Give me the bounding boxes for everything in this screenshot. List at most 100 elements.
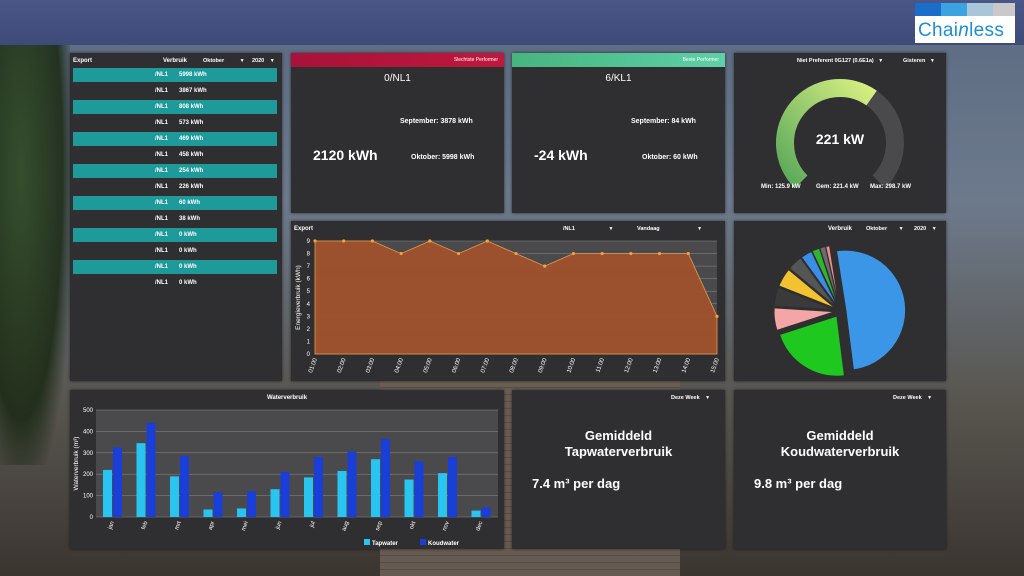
worst-performer-value: 2120 kWh — [313, 147, 378, 163]
brand-logo[interactable]: Chainless — [915, 3, 1015, 43]
bar-tapwater — [438, 473, 447, 517]
x-tick-label: 14:00 — [681, 357, 692, 374]
pie-chart-panel: Verbruik Oktober ▼ 2020 ▼ — [734, 221, 946, 381]
energy-area-chart: 012345678901:0002:0003:0004:0005:0006:00… — [291, 221, 725, 381]
y-axis-label: Energieverbruik (kWh) — [295, 265, 302, 330]
y-tick-label: 200 — [83, 472, 94, 478]
export-list-row[interactable]: /NL1808 kWh — [73, 100, 277, 114]
bar-koudwater — [314, 457, 323, 517]
x-tick-label: 13:00 — [653, 357, 664, 374]
export-list-row[interactable]: /NL1226 kWh — [73, 180, 277, 194]
y-tick-label: 4 — [307, 302, 311, 308]
legend-label: Tapwater — [372, 541, 399, 547]
row-value: 458 kWh — [179, 152, 203, 158]
bar-tapwater — [271, 489, 280, 517]
tapwater-period-select[interactable]: Deze Week ▼ — [671, 395, 710, 401]
y-tick-label: 9 — [307, 239, 311, 245]
export-list-row[interactable]: /NL10 kWh — [73, 276, 277, 290]
row-value: 469 kWh — [179, 136, 203, 142]
bar-koudwater — [214, 492, 223, 517]
water-chart-panel: Waterverbruik 0100200300400500janfebmrta… — [70, 390, 504, 549]
x-tick-label: okt — [409, 520, 417, 530]
bar-tapwater — [472, 511, 481, 517]
bar-tapwater — [170, 476, 179, 517]
x-tick-label: 08:00 — [509, 357, 520, 374]
export-list-row[interactable]: /NL1254 kWh — [73, 164, 277, 178]
best-performer-previous: September: 84 kWh — [631, 118, 696, 125]
row-meter-name: /NL1 — [155, 152, 168, 158]
row-meter-name: /NL1 — [155, 88, 168, 94]
row-value: 0 kWh — [179, 232, 197, 238]
top-bar — [0, 0, 1024, 45]
gauge-panel: Niet Preferent 0G127 (0.6E1a) ▼ Gisteren… — [734, 53, 946, 213]
gauge-avg: Gem: 221.4 kW — [816, 184, 859, 190]
bar-tapwater — [204, 510, 213, 517]
bar-tapwater — [371, 459, 380, 517]
row-meter-name: /NL1 — [155, 216, 168, 222]
row-value: 3867 kWh — [179, 88, 207, 94]
month-select[interactable]: Oktober ▼ — [203, 58, 245, 64]
bar-tapwater — [237, 508, 246, 517]
export-list-panel: Export Verbruik Oktober ▼ 2020 ▼ /NL1599… — [70, 53, 282, 381]
bar-koudwater — [381, 439, 390, 517]
export-list-row[interactable]: /NL1 3867 kWh — [73, 84, 277, 98]
export-list-row[interactable]: /NL10 kWh — [73, 260, 277, 274]
coldwater-period-select[interactable]: Deze Week ▼ — [893, 395, 932, 401]
bar-tapwater — [338, 471, 347, 517]
bar-koudwater — [113, 447, 122, 517]
gauge-value: 221 kW — [734, 131, 946, 147]
bar-tapwater — [405, 480, 414, 517]
brand-name: Chainless — [918, 20, 1004, 42]
x-tick-label: 15:00 — [710, 357, 721, 374]
x-tick-label: 12:00 — [624, 357, 635, 374]
export-list-row[interactable]: /NL1 38 kWh — [73, 212, 277, 226]
x-tick-label: mei — [241, 521, 250, 532]
y-tick-label: 300 — [83, 451, 94, 457]
bar-tapwater — [304, 477, 313, 517]
data-point — [715, 315, 718, 318]
export-list-row[interactable]: /NL1 0 kWh — [73, 244, 277, 258]
row-value: 38 kWh — [179, 216, 200, 222]
bar-koudwater — [415, 461, 424, 517]
row-meter-name: /NL1 — [155, 120, 168, 126]
legend-label: Koudwater — [428, 541, 460, 547]
row-meter-name: /NL1 — [155, 248, 168, 254]
best-performer-name: 6/KL1 — [512, 73, 725, 84]
background-foliage — [0, 45, 70, 465]
row-meter-name: /NL1 — [155, 184, 168, 190]
bar-koudwater — [247, 491, 256, 517]
row-meter-name: /NL1 — [155, 280, 168, 286]
y-tick-label: 2 — [307, 327, 311, 333]
pie-chart — [734, 221, 946, 381]
export-list-row[interactable]: /NL160 kWh — [73, 196, 277, 210]
bar-koudwater — [348, 452, 357, 517]
export-list-row[interactable]: /NL1469 kWh — [73, 132, 277, 146]
coldwater-title: GemiddeldKoudwaterverbruik — [734, 428, 946, 460]
row-meter-name: /NL1 — [155, 264, 168, 270]
y-tick-label: 6 — [307, 277, 311, 283]
export-list-row[interactable]: /NL1573 kWh — [73, 116, 277, 130]
bar-koudwater — [281, 472, 290, 517]
year-select[interactable]: 2020 ▼ — [252, 58, 275, 64]
export-list-row[interactable]: /NL1 0 kWh — [73, 228, 277, 242]
x-tick-label: 06:00 — [452, 357, 463, 374]
row-value: 5998 kWh — [179, 72, 207, 78]
export-list-row[interactable]: /NL15998 kWh — [73, 68, 277, 82]
y-tick-label: 400 — [83, 429, 94, 435]
row-value: 0 kWh — [179, 248, 197, 254]
x-tick-label: apr — [208, 521, 217, 531]
row-meter-name: /NL1 — [155, 232, 168, 238]
gauge-min: Min: 125.9 kW — [761, 184, 801, 190]
data-point — [371, 239, 374, 242]
x-tick-label: aug — [341, 521, 350, 532]
plot-area — [96, 410, 498, 517]
export-list-row[interactable]: /NL1 458 kWh — [73, 148, 277, 162]
x-tick-label: 10:00 — [567, 357, 578, 374]
tapwater-panel: Deze Week ▼ GemiddeldTapwaterverbruik 7.… — [512, 390, 725, 549]
x-tick-label: jan — [107, 521, 116, 532]
legend-swatch — [364, 539, 370, 545]
worst-performer-previous: September: 3878 kWh — [400, 118, 473, 125]
x-tick-label: 02:00 — [337, 357, 348, 374]
worst-performer-name: 0/NL1 — [291, 73, 504, 84]
x-tick-label: 05:00 — [423, 357, 434, 374]
